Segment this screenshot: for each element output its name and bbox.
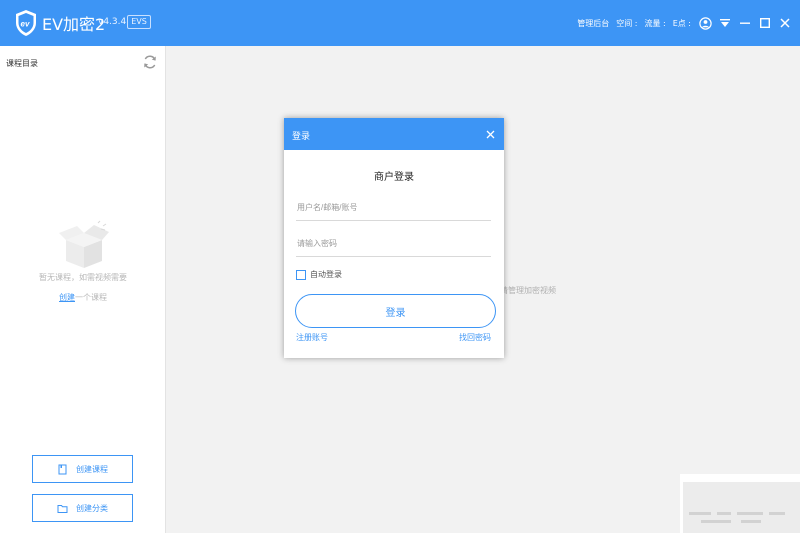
svg-text:ev: ev — [21, 20, 30, 29]
empty-state-text: 暂无课程，如需视频需要 — [39, 273, 127, 282]
close-window-icon[interactable] — [778, 16, 792, 30]
app-version: v4.3.4 — [98, 17, 127, 27]
user-icon[interactable] — [698, 16, 712, 30]
create-course-button[interactable]: 创建课程 — [32, 455, 133, 483]
points-label: E点 : — [672, 18, 691, 28]
edition-badge: EVS — [127, 15, 151, 29]
maximize-icon[interactable] — [758, 16, 772, 30]
register-link[interactable]: 注册账号 — [296, 332, 328, 343]
top-right-toolbar: 管理后台 空间 : 流量 : E点 : — [577, 0, 792, 46]
forgot-password-link[interactable]: 找回密码 — [459, 332, 491, 343]
menu-dropdown-icon[interactable] — [718, 16, 732, 30]
username-field — [296, 195, 491, 221]
password-input[interactable] — [296, 231, 491, 256]
username-input[interactable] — [296, 195, 491, 220]
auto-login-option[interactable]: 自动登录 — [296, 269, 342, 280]
create-course-button-label: 创建课程 — [76, 464, 108, 474]
admin-link[interactable]: 管理后台 — [577, 18, 609, 29]
password-field — [296, 231, 491, 257]
app-title: EV加密2 — [42, 15, 106, 34]
create-course-hint: 创建一个课程 — [0, 292, 166, 303]
create-course-link[interactable]: 创建 — [59, 293, 75, 302]
create-category-button[interactable]: 创建分类 — [32, 494, 133, 522]
book-icon — [58, 464, 67, 474]
title-bar: ev EV加密2 v4.3.4 EVS 管理后台 空间 : 流量 : E点 : — [0, 0, 800, 46]
space-label: 空间 : — [616, 18, 638, 28]
ev-shield-logo-icon: ev — [16, 10, 36, 36]
login-button[interactable]: 登录 — [295, 294, 496, 328]
refresh-icon[interactable] — [142, 54, 158, 70]
traffic-label: 流量 : — [644, 18, 666, 28]
create-category-button-label: 创建分类 — [76, 503, 108, 513]
sidebar-title: 课程目录 — [6, 59, 38, 68]
create-suffix-text: 一个课程 — [75, 293, 107, 302]
login-dialog: 登录 商户登录 自动登录 登录 注册账号 找回密码 — [284, 118, 504, 358]
minimize-icon[interactable] — [738, 16, 752, 30]
dialog-header: 登录 — [284, 118, 504, 150]
dialog-heading: 商户登录 — [374, 172, 414, 183]
folder-icon — [57, 504, 68, 513]
empty-box-icon — [59, 220, 109, 268]
auto-login-label: 自动登录 — [310, 270, 342, 279]
dialog-title: 登录 — [292, 132, 311, 142]
dialog-close-icon[interactable] — [484, 128, 496, 140]
main-hint-text: 请管理加密视频 — [500, 286, 556, 295]
corner-watermark — [683, 482, 800, 533]
sidebar: 课程目录 暂无课程，如需视频需要 创建一个课程 创建课程 创建分类 — [0, 46, 166, 533]
auto-login-checkbox[interactable] — [296, 269, 306, 280]
